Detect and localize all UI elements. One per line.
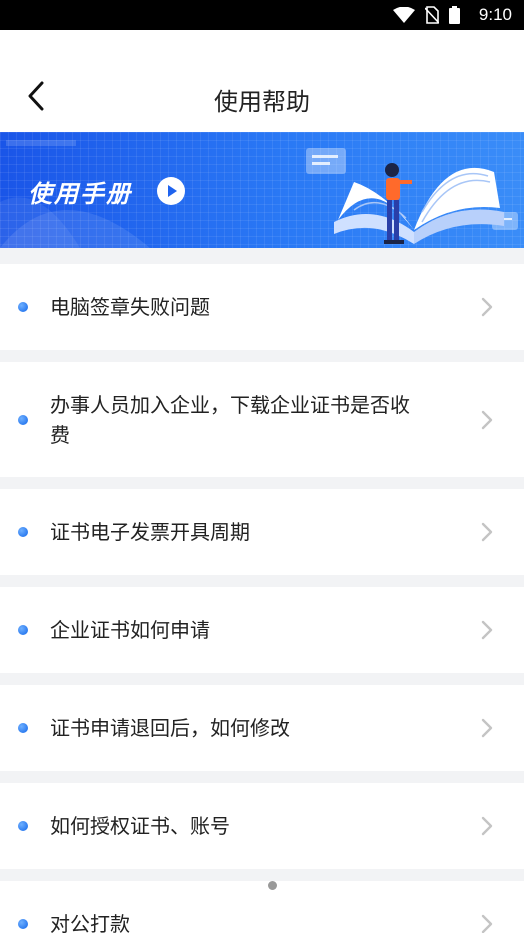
bullet-dot-icon [18, 625, 28, 635]
bullet-dot-icon [18, 414, 28, 425]
bullet-dot-icon [18, 821, 28, 831]
help-item[interactable]: 证书申请退回后，如何修改 [0, 685, 524, 771]
help-item-label: 办事人员加入企业，下载企业证书是否收费 [50, 392, 410, 447]
chevron-right-icon [481, 297, 493, 317]
open-book-illustration [306, 148, 518, 244]
no-sim-icon [425, 6, 439, 24]
bullet-dot-icon [18, 723, 28, 733]
bullet-dot-icon [18, 919, 28, 929]
chevron-right-icon [481, 718, 493, 738]
chevron-right-icon [481, 410, 493, 429]
help-item-label: 对公打款 [50, 912, 130, 933]
status-time: 9:10 [478, 5, 512, 24]
play-icon [157, 177, 185, 205]
chevron-right-icon [481, 816, 493, 836]
header: 使用帮助 [0, 30, 524, 132]
help-item[interactable]: 电脑签章失败问题 [0, 264, 524, 350]
banner-title: 使用手册 [28, 180, 132, 208]
help-item-label: 企业证书如何申请 [50, 618, 210, 642]
help-item[interactable]: 企业证书如何申请 [0, 587, 524, 673]
wifi-icon [393, 7, 415, 23]
help-item[interactable]: 对公打款 [0, 881, 524, 933]
help-item-label: 证书电子发票开具周期 [50, 520, 250, 544]
page-title: 使用帮助 [214, 88, 310, 116]
status-bar: 9:10 [0, 0, 524, 30]
battery-icon [449, 6, 460, 24]
bullet-dot-icon [18, 302, 28, 312]
chevron-right-icon [481, 914, 493, 933]
help-item[interactable]: 办事人员加入企业，下载企业证书是否收费 [0, 362, 524, 477]
help-item-label: 证书申请退回后，如何修改 [50, 716, 290, 740]
help-item-label: 电脑签章失败问题 [50, 295, 210, 319]
chevron-right-icon [481, 522, 493, 542]
status-icons [393, 6, 460, 24]
help-item[interactable]: 如何授权证书、账号 [0, 783, 524, 869]
bullet-dot-icon [18, 527, 28, 537]
help-list: 电脑签章失败问题 办事人员加入企业，下载企业证书是否收费 证书电子发票开具周期 … [0, 264, 524, 933]
user-manual-banner[interactable]: 使用手册 [0, 132, 524, 248]
chevron-right-icon [481, 620, 493, 640]
help-item-label: 如何授权证书、账号 [50, 814, 230, 838]
scroll-indicator [268, 881, 277, 890]
help-item[interactable]: 证书电子发票开具周期 [0, 489, 524, 575]
